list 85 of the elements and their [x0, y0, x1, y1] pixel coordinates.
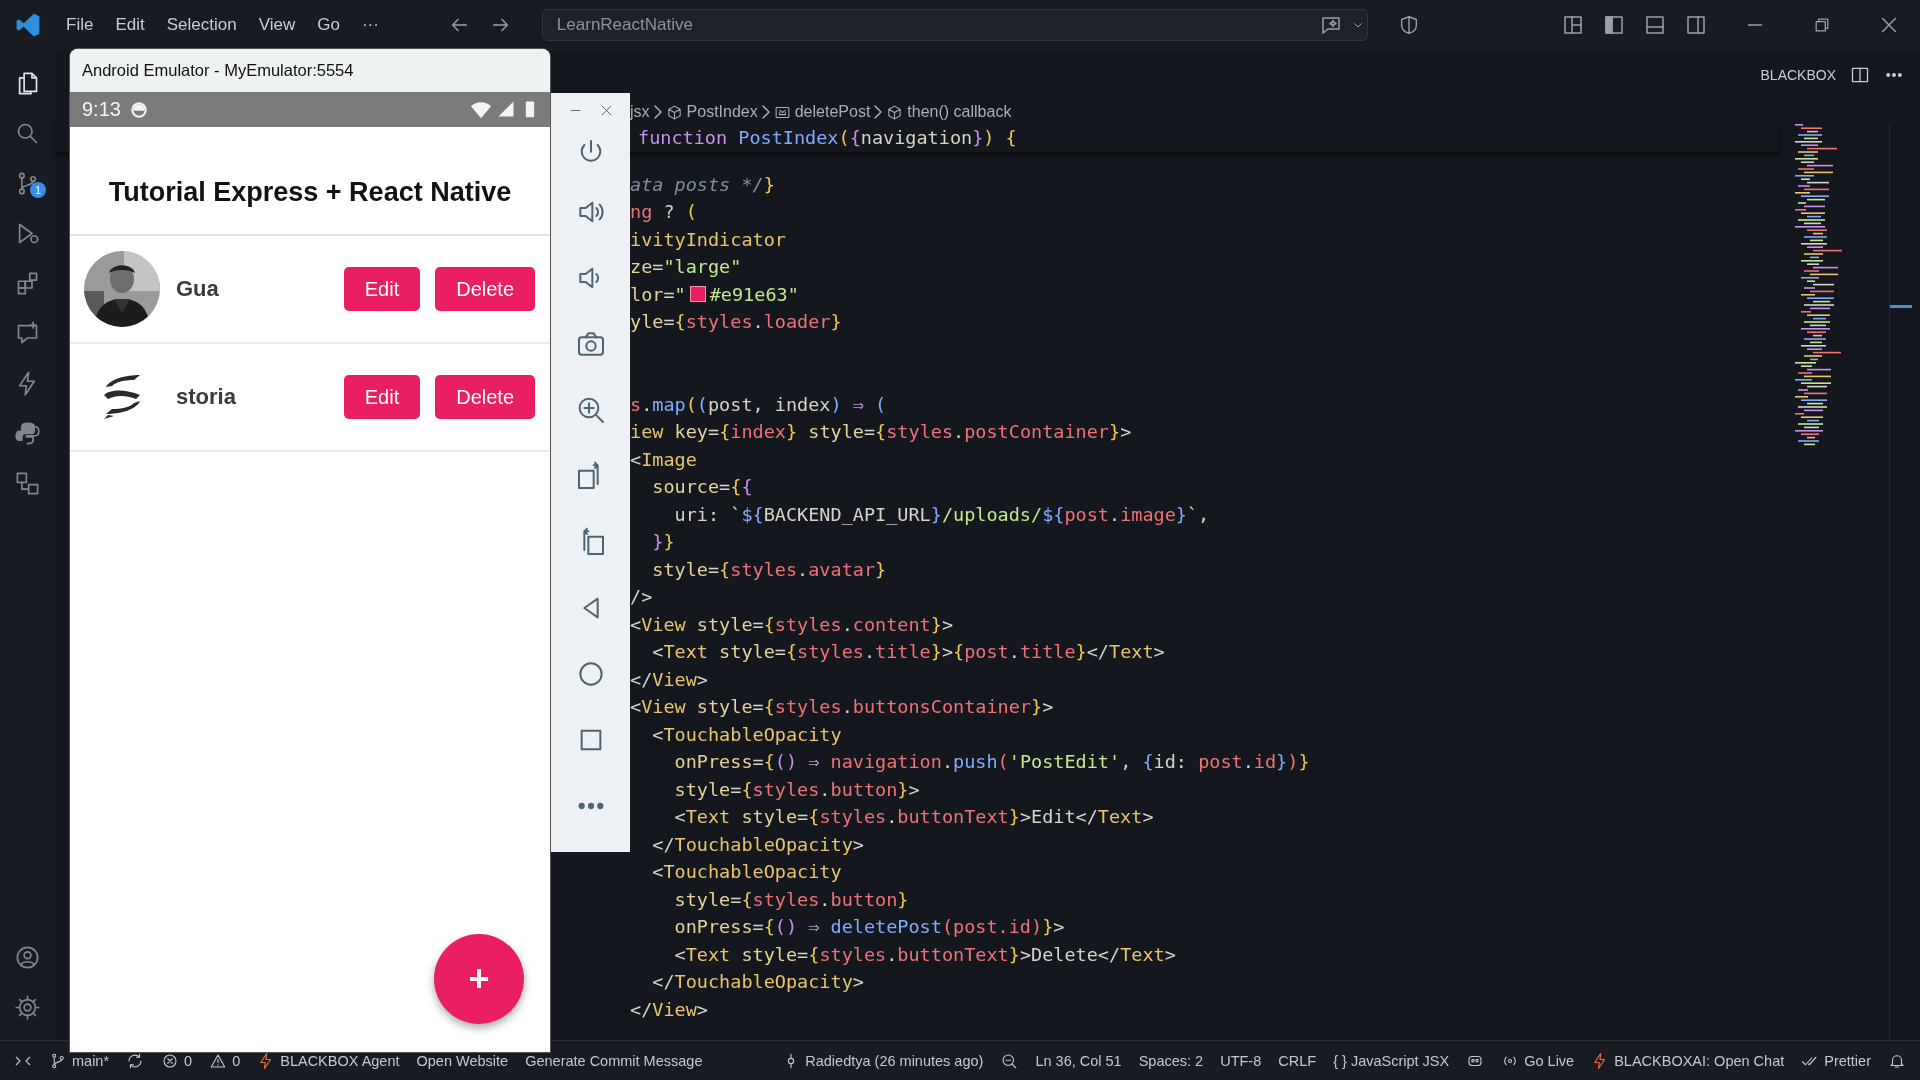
code-line: <View style={styles.buttonsContainer}>	[630, 695, 1055, 719]
code-line: <View style={styles.content}>	[630, 612, 955, 637]
code-line: style={styles.button}>	[673, 777, 921, 802]
status-item[interactable]: Generate Commit Message	[525, 1052, 703, 1069]
edit-button[interactable]: Edit	[343, 267, 421, 311]
layout-icon[interactable]	[1561, 13, 1585, 37]
status-item[interactable]: Prettier	[1801, 1051, 1871, 1070]
status-item[interactable]: Spaces: 2	[1138, 1052, 1204, 1069]
code-line: <TouchableOpacity	[651, 722, 843, 747]
code-line: onPress={() ⇒ navigation.push('PostEdit', {id: post.id})}	[673, 750, 1311, 774]
status-item[interactable]: Ln 36, Col 51	[1035, 1052, 1122, 1069]
status-item[interactable]: Radiedtya (26 minutes ago)	[782, 1051, 984, 1070]
code-line: ata posts */}	[630, 172, 776, 197]
status-item[interactable]: CRLF	[1278, 1052, 1317, 1069]
code-line: />	[630, 585, 654, 609]
status-item[interactable]: BLACKBOXAI: Open Chat	[1591, 1051, 1785, 1070]
post-title: Gua	[176, 276, 219, 302]
code-text: #e91e63"	[709, 282, 799, 307]
panel-toggle-icon[interactable]	[1643, 13, 1667, 37]
breadcrumb[interactable]: deletePost	[773, 103, 871, 121]
extension-label[interactable]: BLACKBOX	[1760, 67, 1836, 83]
add-button[interactable]: +	[434, 934, 524, 1024]
code-line: ze="large"	[630, 255, 743, 279]
code-line: </TouchableOpacity>	[651, 970, 865, 994]
status-item[interactable]: Open Website	[416, 1052, 509, 1069]
menu-item[interactable]: Selection	[155, 11, 248, 39]
window-title: Android Emulator - MyEmulator:5554	[82, 61, 354, 80]
breadcrumb[interactable]: then() callback	[886, 103, 1012, 121]
code-line: uri: `${BACKEND_API_URL}/uploads/${post.image}`,	[673, 502, 1211, 527]
status-item[interactable]: main*	[49, 1051, 110, 1070]
split-editor-icon[interactable]	[1850, 65, 1870, 85]
menu-item[interactable]: Go	[306, 11, 351, 39]
status-time: 9:13	[82, 98, 121, 121]
code-line: </TouchableOpacity>	[651, 832, 865, 857]
code-line: s.map((post, index) ⇒ (	[630, 392, 888, 417]
code-line: </View>	[630, 667, 709, 692]
chevron-icon	[653, 105, 662, 119]
status-item[interactable]: Go Live	[1501, 1051, 1575, 1070]
edit-button[interactable]: Edit	[343, 375, 421, 419]
code-line: source={{	[651, 475, 754, 499]
status-item[interactable]: 0	[209, 1051, 241, 1070]
code-line: <Text style={styles.title}>{post.title}</Text>	[651, 640, 1166, 664]
delete-button[interactable]: Delete	[435, 267, 535, 311]
code-line: ivityIndicator	[630, 227, 787, 252]
status-item[interactable]: BLACKBOX Agent	[257, 1051, 400, 1070]
cube-icon	[665, 103, 683, 121]
code-text: lor="	[630, 282, 686, 307]
code-line: style={styles.avatar}	[651, 557, 888, 582]
secondary-sidebar-icon[interactable]	[1684, 13, 1708, 37]
code-line: onPress={() ⇒ deletePost(post.id)}>	[673, 915, 1066, 939]
code-line: <Image	[630, 447, 698, 472]
code-line: iew key={index} style={styles.postContainer}>	[630, 420, 1133, 444]
notification-icon	[128, 99, 149, 120]
chevron-icon	[874, 105, 883, 119]
code-line: <Text style={styles.buttonText}>Edit</Text>	[673, 805, 1155, 829]
menu-item[interactable]: View	[247, 11, 307, 39]
branch-icon	[49, 1051, 67, 1070]
code-line: <Text style={styles.buttonText}>Delete</Text>	[673, 942, 1177, 967]
app-title: Tutorial Express + React Native	[108, 177, 512, 208]
settings-icon[interactable]	[14, 993, 41, 1021]
cube-icon	[886, 103, 904, 121]
menu-item[interactable]: File	[55, 11, 105, 39]
color-swatch[interactable]	[689, 286, 706, 303]
status-item[interactable]: { } JavaScript JSX	[1333, 1052, 1450, 1069]
breadcrumb[interactable]: jsx	[630, 103, 650, 121]
sidebar-toggle-icon[interactable]	[1602, 13, 1626, 37]
error-icon	[161, 1051, 180, 1070]
search-field[interactable]: LearnReactNative	[541, 9, 1368, 41]
code-line: ng ? (	[630, 200, 698, 224]
count-badge: 1	[30, 182, 46, 198]
scroll-position-marker	[1890, 305, 1912, 308]
status-item[interactable]: UTF-8	[1220, 1052, 1262, 1069]
menu-item[interactable]: Edit	[104, 11, 156, 39]
delete-button[interactable]: Delete	[435, 375, 535, 419]
post-title: storia	[176, 384, 236, 410]
code-line: }}	[651, 530, 676, 554]
menu-item[interactable]: ···	[350, 11, 390, 39]
code-line: style={styles.button}	[673, 887, 910, 912]
app-logo	[14, 12, 41, 38]
status-item[interactable]: 0	[161, 1051, 193, 1070]
code-line: yle={styles.loader}	[630, 310, 843, 334]
chevron-icon	[761, 105, 770, 119]
breadcrumb[interactable]: PostIndex	[665, 103, 758, 121]
code-line: </View>	[630, 997, 709, 1022]
code-line: <TouchableOpacity	[651, 860, 843, 884]
